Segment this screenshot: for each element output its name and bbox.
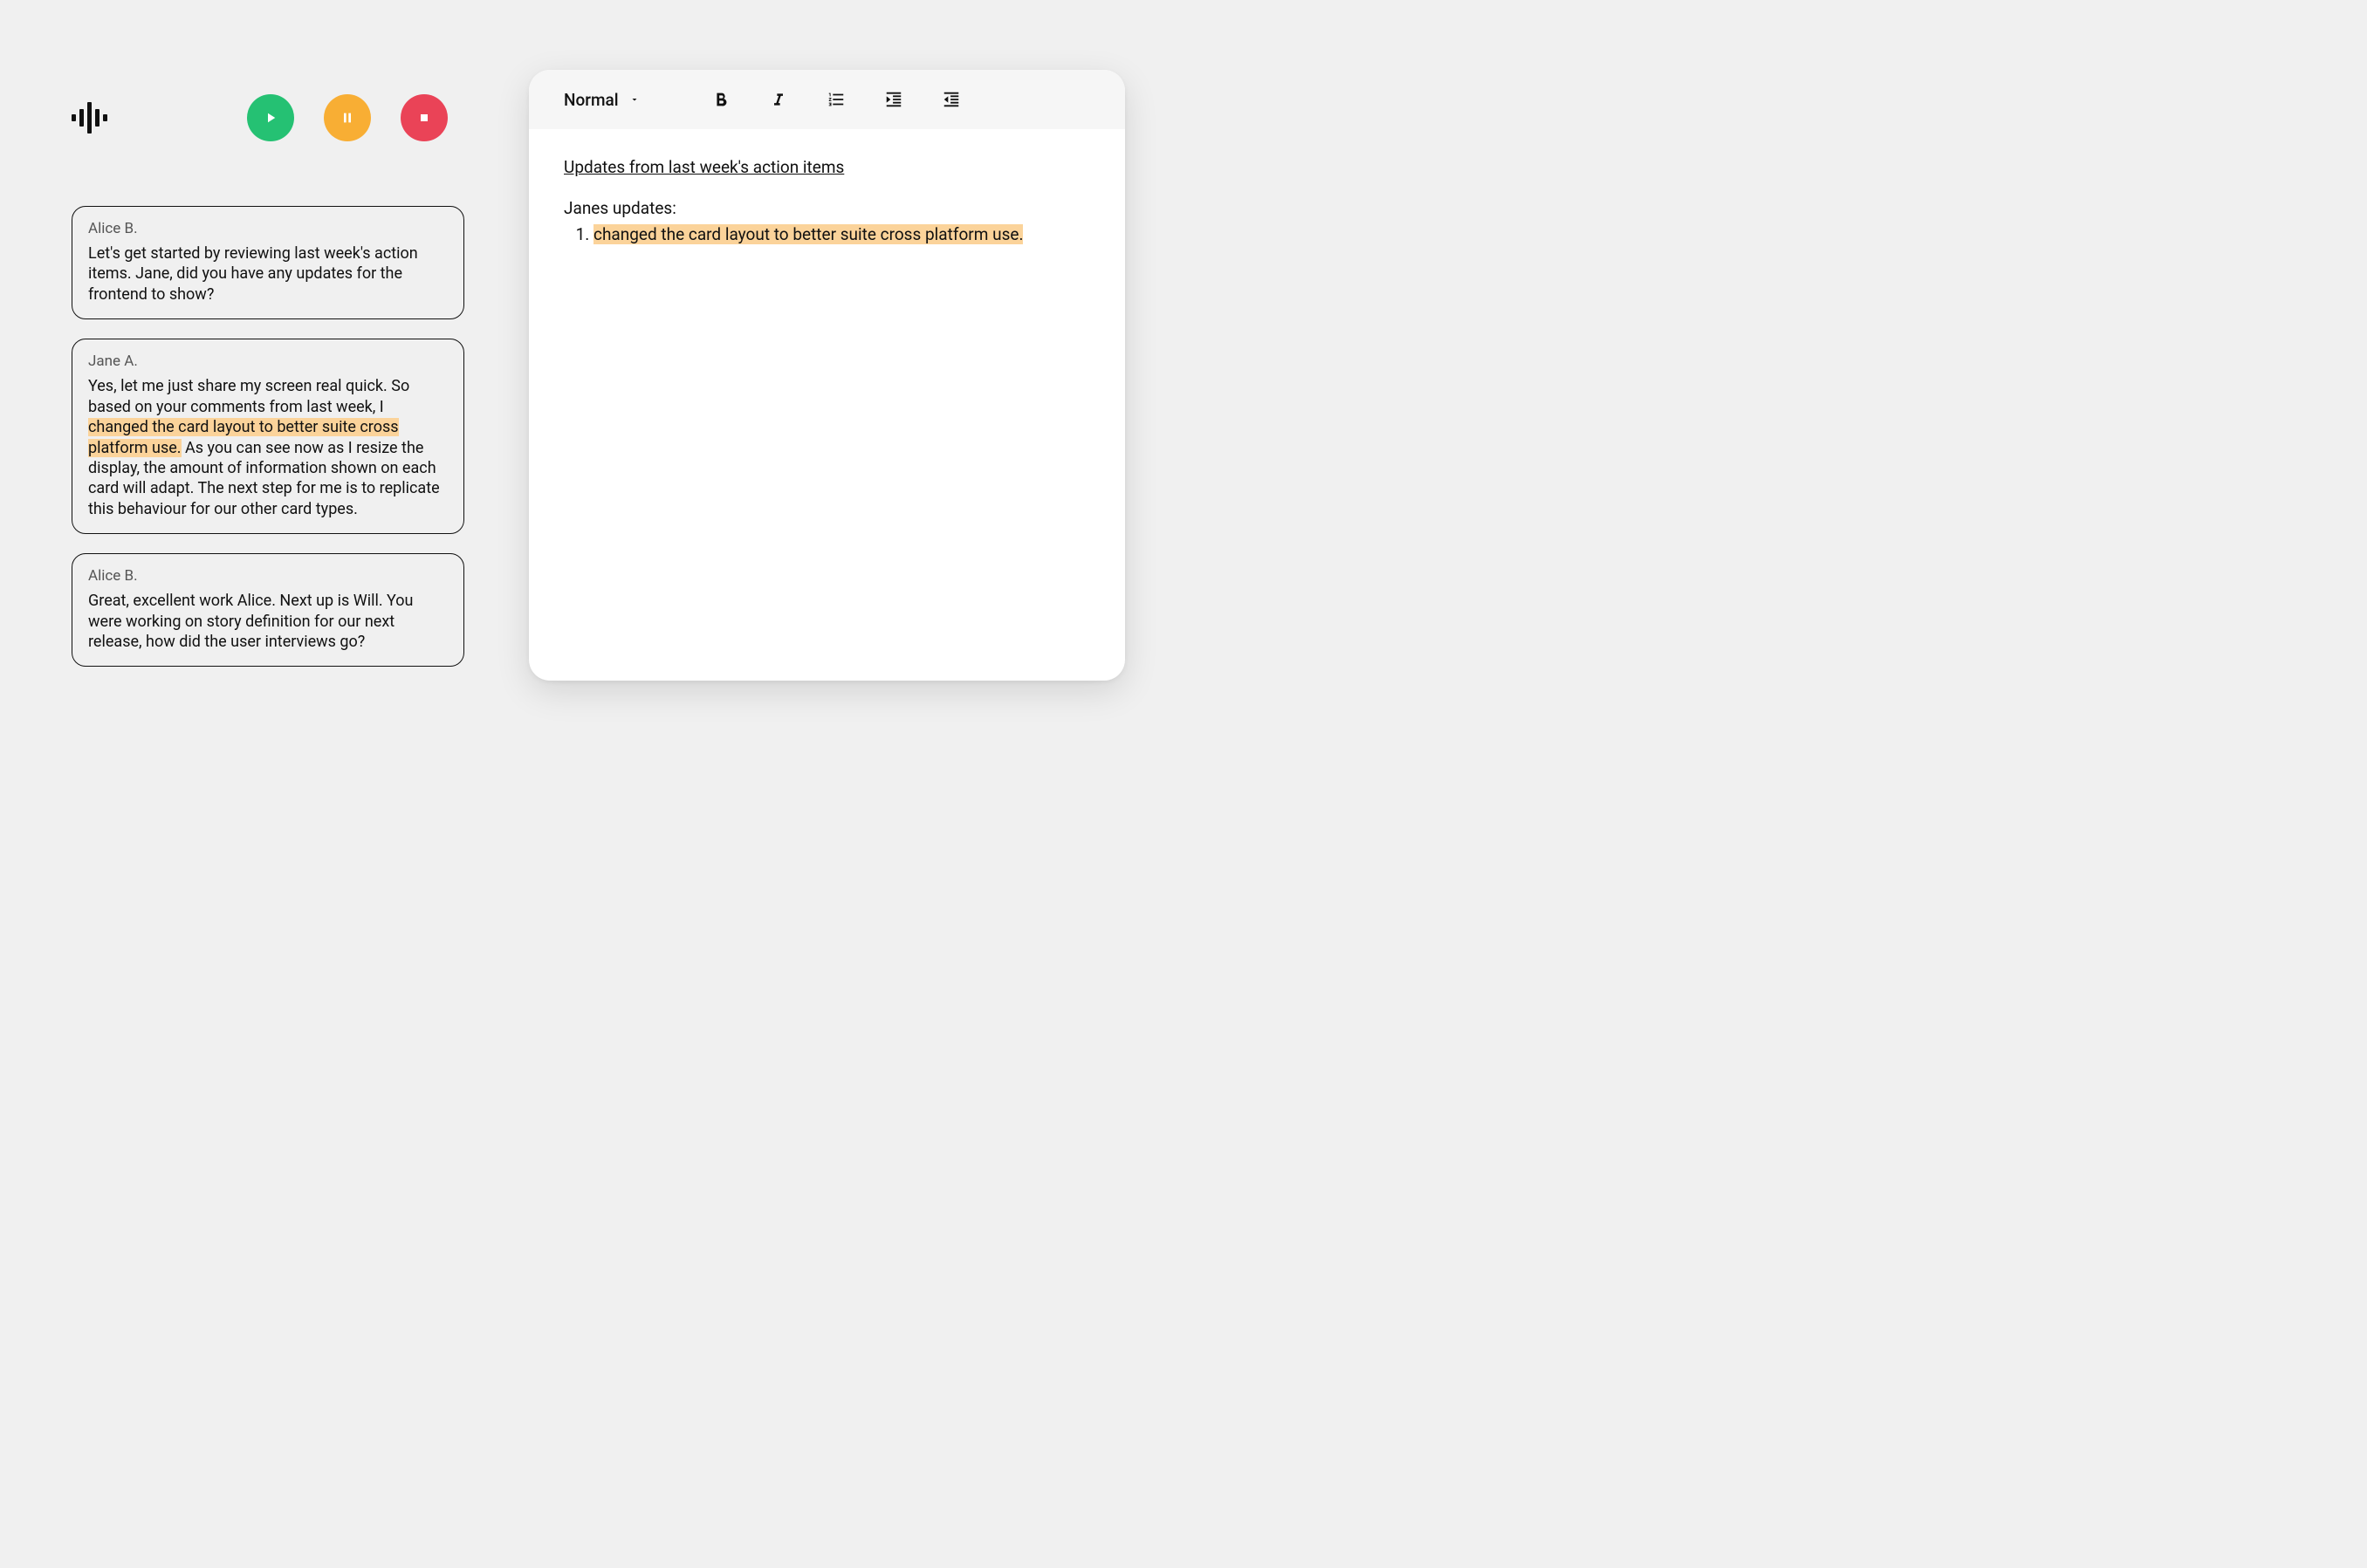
- stop-button[interactable]: [401, 94, 448, 141]
- transcript-bubble: Jane A. Yes, let me just share my screen…: [72, 339, 464, 534]
- play-icon: [263, 110, 278, 126]
- transcript-text: Yes, let me just share my screen real qu…: [88, 376, 448, 519]
- editor-toolbar: Normal: [529, 70, 1125, 129]
- speaker-label: Alice B.: [88, 566, 448, 585]
- transcript-text: Let's get started by reviewing last week…: [88, 243, 448, 305]
- pause-icon: [340, 111, 354, 125]
- transcript-bubble: Alice B. Great, excellent work Alice. Ne…: [72, 553, 464, 667]
- italic-icon: [770, 91, 787, 108]
- notes-section-label: Janes updates:: [564, 196, 1090, 222]
- notes-list: changed the card layout to better suite …: [564, 223, 1090, 248]
- outdent-icon: [942, 90, 961, 109]
- italic-button[interactable]: [767, 88, 790, 111]
- play-button[interactable]: [247, 94, 294, 141]
- bold-icon: [711, 90, 731, 109]
- waveform-icon: [72, 100, 107, 135]
- editor-content[interactable]: Updates from last week's action items Ja…: [529, 129, 1125, 274]
- list-item: changed the card layout to better suite …: [593, 223, 1090, 248]
- paragraph-style-select[interactable]: Normal: [564, 90, 640, 110]
- speaker-label: Alice B.: [88, 219, 448, 238]
- chevron-down-icon: [629, 94, 640, 105]
- numbered-list-icon: [827, 90, 846, 109]
- indent-icon: [884, 90, 903, 109]
- notes-title: Updates from last week's action items: [564, 155, 1090, 181]
- stop-icon: [417, 111, 431, 125]
- numbered-list-button[interactable]: [825, 88, 847, 111]
- indent-button[interactable]: [882, 88, 905, 111]
- pause-button[interactable]: [324, 94, 371, 141]
- bold-button[interactable]: [710, 88, 732, 111]
- speaker-label: Jane A.: [88, 352, 448, 371]
- paragraph-style-label: Normal: [564, 90, 619, 110]
- transcript-text: Great, excellent work Alice. Next up is …: [88, 591, 448, 652]
- transcript-bubble: Alice B. Let's get started by reviewing …: [72, 206, 464, 319]
- notes-editor: Normal Updates from last week's action i…: [529, 70, 1125, 681]
- outdent-button[interactable]: [940, 88, 963, 111]
